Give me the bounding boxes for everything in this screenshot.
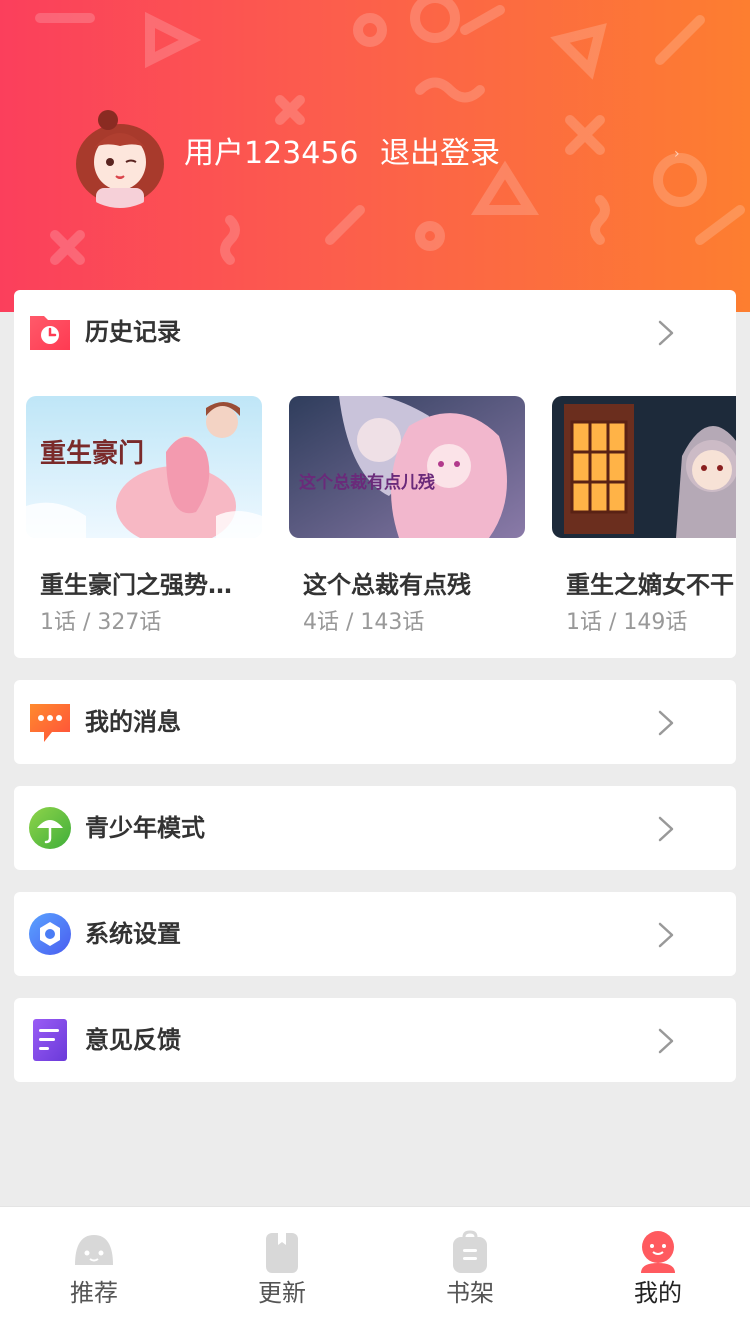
comic-title: 重生豪门之强势… <box>40 571 232 599</box>
history-comic-item[interactable]: 重生豪门 重生豪门之强势… 1话 / 327话 <box>26 396 262 658</box>
tab-updates[interactable]: 更新 <box>188 1207 376 1334</box>
tab-label: 推荐 <box>70 1279 118 1307</box>
history-header-row[interactable]: 历史记录 <box>14 290 736 374</box>
history-comic-item[interactable]: 这个总裁有点儿残 这个总裁有点残 4话 / 143话 <box>289 396 525 658</box>
feedback-document-icon <box>28 1018 72 1062</box>
comic-progress: 1话 / 149话 <box>566 610 688 635</box>
username-text: 用户123456 <box>184 136 359 171</box>
bottom-tab-bar: 推荐 更新 书架 我的 <box>0 1206 750 1334</box>
chevron-right-icon <box>654 1026 678 1056</box>
comic-title: 重生之嫡女不干 <box>566 571 734 599</box>
menu-label: 青少年模式 <box>85 814 205 842</box>
chevron-right-icon <box>654 318 678 348</box>
menu-settings[interactable]: 系统设置 <box>14 892 736 976</box>
history-comic-list: 重生豪门 重生豪门之强势… 1话 / 327话 这个总裁有点儿残 这个总裁有点残… <box>14 396 736 658</box>
menu-feedback[interactable]: 意见反馈 <box>14 998 736 1082</box>
umbrella-icon <box>28 806 72 850</box>
menu-label: 我的消息 <box>85 708 181 736</box>
comic-progress: 1话 / 327话 <box>40 610 162 635</box>
menu-youth-mode[interactable]: 青少年模式 <box>14 786 736 870</box>
history-title: 历史记录 <box>85 318 181 346</box>
clock-folder-icon <box>28 310 72 354</box>
comic-title: 这个总裁有点残 <box>303 571 471 599</box>
menu-label: 意见反馈 <box>85 1026 181 1054</box>
tab-bookshelf[interactable]: 书架 <box>376 1207 564 1334</box>
comic-progress: 4话 / 143话 <box>303 610 425 635</box>
user-avatar[interactable] <box>68 104 172 208</box>
cover-caption: 这个总裁有点儿残 <box>299 472 435 492</box>
menu-label: 系统设置 <box>85 920 181 948</box>
comic-cover-image: 这个总裁有点儿残 <box>289 396 525 538</box>
history-card: 历史记录 重生豪门 重生豪门之强势… 1话 / 327话 这个总裁有点儿残 这个… <box>14 290 736 658</box>
history-comic-item[interactable]: 重生之嫡女不干 1话 / 149话 <box>552 396 736 658</box>
tab-label: 我的 <box>634 1279 682 1307</box>
comic-cover-image: 重生豪门 <box>26 396 262 538</box>
menu-messages[interactable]: 我的消息 <box>14 680 736 764</box>
comic-cover-image <box>552 396 736 538</box>
chevron-right-icon <box>654 708 678 738</box>
tab-label: 更新 <box>258 1279 306 1307</box>
bookshelf-bag-icon <box>447 1229 493 1275</box>
header-chevron-icon[interactable]: › <box>674 146 680 162</box>
chevron-right-icon <box>654 814 678 844</box>
chevron-right-icon <box>654 920 678 950</box>
tab-recommend[interactable]: 推荐 <box>0 1207 188 1334</box>
recommend-face-icon <box>71 1229 117 1275</box>
profile-icon <box>635 1229 681 1275</box>
message-bubble-icon <box>28 700 72 744</box>
logout-link[interactable]: 退出登录 <box>380 134 500 174</box>
cover-caption: 重生豪门 <box>40 438 144 468</box>
tab-label: 书架 <box>446 1279 494 1307</box>
book-icon <box>259 1229 305 1275</box>
profile-header: 用户123456 退出登录 › <box>0 0 750 312</box>
tab-mine[interactable]: 我的 <box>564 1207 750 1334</box>
settings-hexagon-icon <box>28 912 72 956</box>
